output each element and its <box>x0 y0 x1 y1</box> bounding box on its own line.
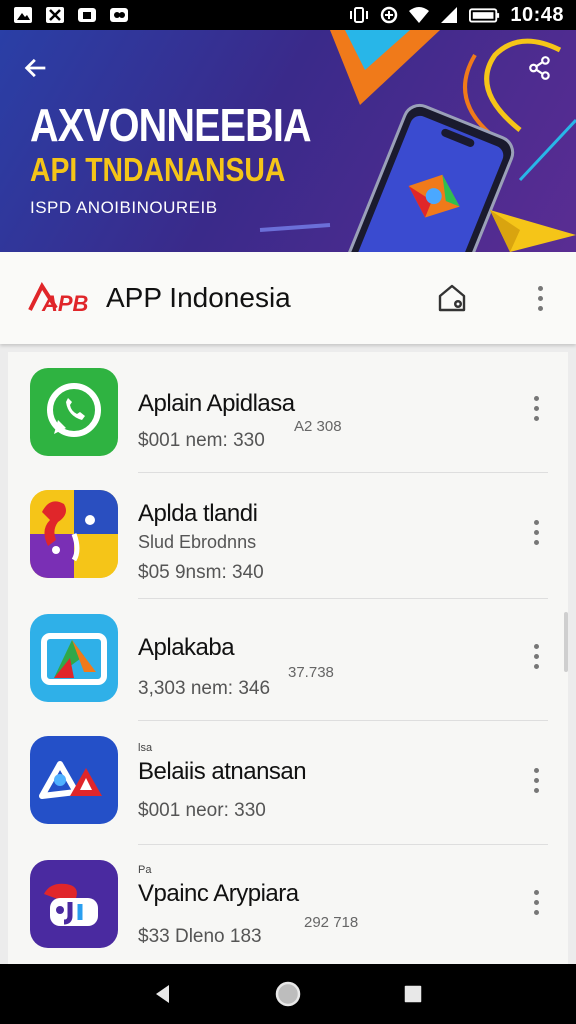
navigation-bar <box>0 964 576 1024</box>
app-logo: APB <box>28 281 89 316</box>
banner-subtitle: API TNDANANSUA <box>30 151 286 188</box>
clock: 10:48 <box>510 3 564 26</box>
divider <box>138 472 548 473</box>
hero-banner: AXVONNEEBIA API TNDANANSUA ISPD ANOIBINO… <box>0 30 576 252</box>
item-more-button[interactable] <box>528 762 544 798</box>
overflow-menu-button[interactable] <box>532 280 548 316</box>
drive-style-icon <box>30 614 118 702</box>
app-title: Aplakaba <box>138 634 235 661</box>
app-subtitle: Slud Ebrodnns <box>138 532 257 552</box>
status-bar: 10:48 <box>0 0 576 30</box>
divider <box>138 720 548 721</box>
share-button[interactable] <box>522 50 558 86</box>
more-vert-icon <box>537 285 543 291</box>
triangle-back-icon <box>155 985 169 1003</box>
app-tag: Pa <box>138 864 152 876</box>
notification-icons <box>12 6 130 24</box>
app-extra: 292 718 <box>304 914 359 931</box>
back-button[interactable] <box>18 50 54 86</box>
nav-home-button[interactable] <box>268 974 308 1014</box>
cast-notification-icon <box>108 6 130 24</box>
battery-icon <box>468 6 502 24</box>
whatsapp-style-icon <box>30 368 118 456</box>
app-title: Aplain Apidlasa <box>138 390 295 417</box>
divider <box>138 598 548 599</box>
more-vert-icon <box>533 519 539 525</box>
app-extra: 37.738 <box>288 664 334 681</box>
image-notification-icon <box>12 6 34 24</box>
nav-recents-button[interactable] <box>393 974 433 1014</box>
app-header: APB APP Indonesia <box>0 252 576 344</box>
square-recents-icon <box>405 985 422 1003</box>
list-item[interactable]: lsa Belaiis atnansan $001 neor: 330 <box>8 722 568 846</box>
app-title: Vpainc Arypiara <box>138 880 299 907</box>
blue-shapes-icon <box>30 736 118 824</box>
list-item[interactable]: Aplda tlandi Slud Ebrodnns $05 9nsm: 340 <box>8 474 568 598</box>
app-name: APP Indonesia <box>106 282 291 313</box>
item-more-button[interactable] <box>528 884 544 920</box>
divider <box>138 844 548 845</box>
colorful-puzzle-icon <box>30 490 118 578</box>
data-saver-icon <box>378 6 400 24</box>
list-item[interactable]: Pa Vpainc Arypiara $33 Dleno 183 292 718 <box>8 846 568 964</box>
list-item[interactable]: Aplain Apidlasa $001 nem: 330 A2 308 <box>8 352 568 476</box>
more-vert-icon <box>533 395 539 401</box>
circle-home-icon <box>275 981 301 1007</box>
item-more-button[interactable] <box>528 514 544 550</box>
app-meta: $05 9nsm: 340 <box>138 562 264 583</box>
app-meta: 3,303 nem: 346 <box>138 678 271 699</box>
x-notification-icon <box>44 6 66 24</box>
share-icon <box>529 56 550 80</box>
wifi-icon <box>408 6 430 24</box>
app-extra: A2 308 <box>294 418 342 435</box>
app-meta: $001 neor: 330 <box>138 800 266 821</box>
nav-back-button[interactable] <box>143 974 183 1014</box>
item-more-button[interactable] <box>528 638 544 674</box>
system-icons: 10:48 <box>348 4 564 27</box>
scrollbar[interactable] <box>564 612 568 672</box>
more-vert-icon <box>533 889 539 895</box>
media-notification-icon <box>76 6 98 24</box>
more-vert-icon <box>533 643 539 649</box>
banner-title: AXVONNEEBIA <box>30 99 312 151</box>
app-meta: $001 nem: 330 <box>138 430 265 451</box>
list-item[interactable]: Aplakaba 3,303 nem: 346 37.738 <box>8 600 568 724</box>
store-button[interactable] <box>434 280 470 316</box>
app-title: Belaiis atnansan <box>138 758 307 785</box>
banner-tagline: ISPD ANOIBINOUREIB <box>30 198 218 217</box>
app-tag: lsa <box>138 742 153 754</box>
signal-icon <box>438 6 460 24</box>
store-home-icon <box>438 284 466 312</box>
app-meta: $33 Dleno 183 <box>138 926 262 947</box>
arrow-left-icon <box>24 58 46 78</box>
app-title: Aplda tlandi <box>138 500 258 527</box>
more-vert-icon <box>533 767 539 773</box>
svg-text:APB: APB <box>41 291 89 316</box>
app-list: Aplain Apidlasa $001 nem: 330 A2 308 Apl… <box>8 352 568 964</box>
item-more-button[interactable] <box>528 390 544 426</box>
purple-logo-icon <box>30 860 118 948</box>
vibrate-icon <box>348 6 370 24</box>
